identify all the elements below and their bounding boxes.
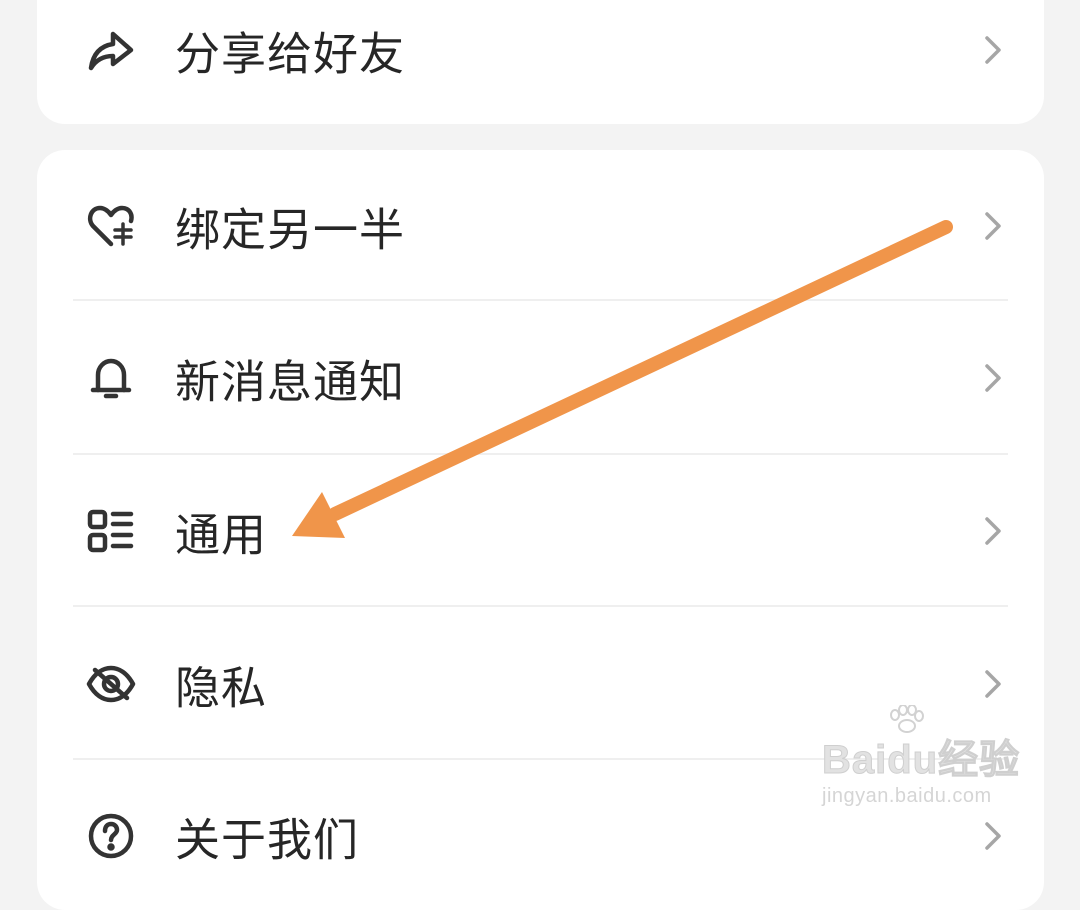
share-icon — [85, 24, 137, 76]
menu-item-label: 隐私 — [175, 661, 268, 715]
chevron-right-icon — [981, 208, 1005, 244]
chevron-right-icon — [981, 32, 1005, 68]
watermark-url: jingyan.baidu.com — [822, 785, 992, 807]
menu-item-notifications[interactable]: 新消息通知 — [37, 302, 1044, 454]
question-icon — [85, 810, 137, 862]
heart-link-icon — [85, 200, 137, 252]
bell-icon — [85, 352, 137, 404]
chevron-right-icon — [981, 360, 1005, 396]
menu-item-label: 分享给好友 — [175, 27, 406, 81]
menu-item-share[interactable]: 分享给好友 — [37, 0, 1044, 124]
eye-off-icon — [85, 658, 137, 710]
menu-item-bind-partner[interactable]: 绑定另一半 — [37, 150, 1044, 302]
menu-item-label: 通用 — [175, 508, 268, 562]
chevron-right-icon — [981, 513, 1005, 549]
menu-item-label: 关于我们 — [175, 813, 360, 867]
watermark: Baidu经验 jingyan.baidu.com — [821, 705, 1022, 827]
grid-list-icon — [85, 505, 137, 557]
divider — [73, 299, 1008, 301]
divider — [73, 605, 1008, 607]
chevron-right-icon — [981, 666, 1005, 702]
watermark-logo: Baidu经验 — [821, 738, 1021, 783]
menu-item-label: 绑定另一半 — [175, 203, 406, 257]
menu-item-general[interactable]: 通用 — [37, 455, 1044, 607]
share-card: 分享给好友 — [37, 0, 1044, 124]
menu-item-label: 新消息通知 — [175, 355, 406, 409]
